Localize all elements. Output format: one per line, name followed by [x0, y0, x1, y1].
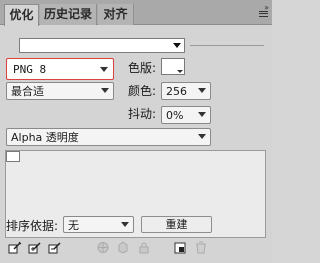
dither-label: 抖动:	[128, 107, 157, 121]
sort-by-label: 排序依据:	[6, 219, 59, 233]
edit-color-add-icon[interactable]	[28, 241, 42, 254]
transparency-dropdown[interactable]: Alpha 透明度	[6, 128, 211, 146]
colors-label: 颜色:	[128, 84, 157, 98]
colors-count-dropdown[interactable]: 256	[161, 82, 211, 100]
optimize-panel: 优化 历史记录 对齐 » PNG 8 色版: 最合适 颜色: 256 抖动: 0…	[0, 0, 272, 263]
edit-color-icon[interactable]	[8, 241, 22, 254]
file-format-value: PNG 8	[13, 63, 47, 76]
color-cell[interactable]	[6, 151, 20, 162]
panel-options-menu-icon[interactable]: »	[253, 4, 269, 18]
chevron-down-icon	[198, 112, 206, 117]
tab-label: 历史记录	[43, 7, 92, 21]
chevron-down-icon	[198, 134, 206, 139]
dither-dropdown[interactable]: 0%	[161, 106, 211, 124]
snap-web-icon	[96, 241, 110, 254]
tab-optimize[interactable]: 优化	[4, 4, 39, 26]
chevron-down-icon	[177, 70, 183, 73]
tab-label: 优化	[9, 8, 34, 22]
menu-lines-icon	[259, 11, 268, 17]
panel-tab-bar: 优化 历史记录 对齐 »	[0, 0, 272, 26]
preset-dropdown[interactable]	[19, 38, 185, 53]
chevron-down-icon	[101, 88, 109, 93]
preset-menu-divider	[190, 45, 264, 46]
colors-count-value: 256	[166, 85, 187, 98]
color-table-label: 色版:	[128, 61, 157, 75]
chevron-down-icon	[173, 43, 181, 48]
transparency-value: Alpha 透明度	[11, 131, 79, 144]
lock-color-icon	[116, 241, 130, 254]
delete-color-icon	[194, 241, 208, 254]
rebuild-button[interactable]: 重建	[141, 216, 212, 233]
tab-align[interactable]: 对齐	[98, 4, 134, 25]
sort-by-dropdown[interactable]: 无	[63, 216, 134, 233]
chevron-down-icon	[100, 67, 108, 72]
file-format-dropdown[interactable]: PNG 8	[6, 58, 114, 80]
color-reduction-value: 最合适	[11, 85, 44, 98]
dither-value: 0%	[166, 109, 184, 122]
tab-history[interactable]: 历史记录	[40, 4, 97, 25]
color-table-swatch[interactable]	[161, 58, 185, 75]
chevron-down-icon	[198, 88, 206, 93]
color-table-toolbar	[0, 237, 272, 263]
tab-label: 对齐	[103, 7, 128, 21]
sort-by-value: 无	[68, 219, 79, 232]
edit-color-remove-icon[interactable]	[48, 241, 62, 254]
chevron-down-icon	[121, 222, 129, 227]
shift-color-icon	[137, 241, 151, 254]
color-reduction-dropdown[interactable]: 最合适	[6, 82, 114, 100]
new-color-icon[interactable]	[174, 241, 188, 254]
